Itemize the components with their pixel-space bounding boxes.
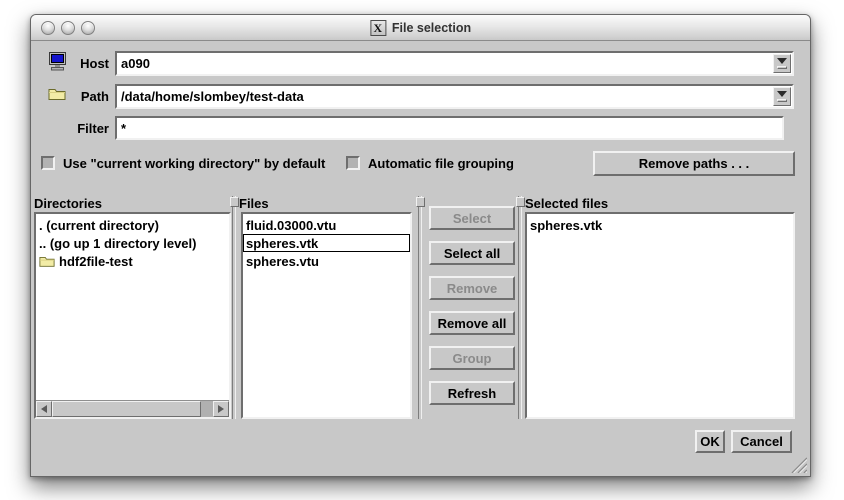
close-button[interactable] (41, 21, 55, 35)
scroll-left-button[interactable] (36, 401, 52, 417)
x11-app-icon: X (370, 20, 386, 36)
ok-button[interactable]: OK (695, 430, 725, 453)
title-area: X File selection (370, 15, 471, 41)
host-label: Host (31, 56, 109, 71)
chevron-down-icon (777, 58, 787, 64)
selected-files-pane-label: Selected files (525, 196, 608, 211)
use-cwd-label: Use "current working directory" by defau… (63, 156, 325, 171)
list-item-label: .. (go up 1 directory level) (39, 236, 196, 251)
horizontal-scrollbar[interactable] (36, 400, 229, 417)
files-list[interactable]: fluid.03000.vtu spheres.vtk spheres.vtu (241, 212, 412, 419)
splitter-files-actions[interactable] (418, 196, 422, 419)
zoom-button[interactable] (81, 21, 95, 35)
group-button[interactable]: Group (429, 346, 515, 370)
host-dropdown-button[interactable] (773, 54, 791, 73)
arrow-right-icon (218, 405, 224, 413)
host-input[interactable] (117, 53, 772, 74)
list-item-label: fluid.03000.vtu (246, 218, 336, 233)
list-item[interactable]: spheres.vtu (243, 252, 410, 270)
list-item[interactable]: .. (go up 1 directory level) (36, 234, 229, 252)
refresh-button[interactable]: Refresh (429, 381, 515, 405)
auto-grouping-label: Automatic file grouping (368, 156, 514, 171)
list-item-label: . (current directory) (39, 218, 159, 233)
use-cwd-checkbox[interactable] (41, 156, 55, 170)
host-combobox (115, 51, 794, 76)
resize-grip[interactable] (788, 454, 807, 473)
arrow-left-icon (41, 405, 47, 413)
window-controls (41, 21, 95, 35)
splitter-directories-files[interactable] (232, 196, 236, 419)
remove-paths-button[interactable]: Remove paths . . . (593, 151, 795, 176)
list-item-label: spheres.vtk (246, 236, 318, 251)
list-item[interactable]: fluid.03000.vtu (243, 216, 410, 234)
titlebar[interactable]: X File selection (31, 15, 810, 41)
list-item-label: hdf2file-test (59, 254, 133, 269)
dropdown-bar-icon (777, 66, 787, 69)
auto-grouping-checkbox[interactable] (346, 156, 360, 170)
select-all-button[interactable]: Select all (429, 241, 515, 265)
remove-all-button[interactable]: Remove all (429, 311, 515, 335)
minimize-button[interactable] (61, 21, 75, 35)
selected-files-list[interactable]: spheres.vtk (525, 212, 795, 419)
list-item-label: spheres.vtu (246, 254, 319, 269)
filter-field (115, 116, 784, 140)
file-selection-window: X File selection Host Path Filter Us (30, 14, 811, 477)
path-dropdown-button[interactable] (773, 87, 791, 106)
directories-pane-label: Directories (34, 196, 102, 211)
select-button[interactable]: Select (429, 206, 515, 230)
list-item-selected[interactable]: spheres.vtk (243, 234, 410, 252)
files-pane-label: Files (239, 196, 269, 211)
folder-icon (39, 255, 55, 267)
chevron-down-icon (777, 91, 787, 97)
list-item[interactable]: . (current directory) (36, 216, 229, 234)
splitter-knob[interactable] (230, 197, 239, 207)
cancel-button[interactable]: Cancel (731, 430, 792, 453)
filter-input[interactable] (117, 118, 782, 138)
path-input[interactable] (117, 86, 772, 107)
splitter-knob[interactable] (416, 197, 425, 207)
list-item-label: spheres.vtk (530, 218, 602, 233)
list-item[interactable]: spheres.vtk (527, 216, 793, 234)
list-item[interactable]: hdf2file-test (36, 252, 229, 270)
splitter-knob[interactable] (516, 197, 525, 207)
dropdown-bar-icon (777, 99, 787, 102)
directories-list[interactable]: . (current directory) .. (go up 1 direct… (34, 212, 231, 419)
path-combobox (115, 84, 794, 109)
remove-button[interactable]: Remove (429, 276, 515, 300)
scrollbar-track[interactable] (201, 401, 213, 417)
scrollbar-thumb[interactable] (52, 401, 201, 417)
scroll-right-button[interactable] (213, 401, 229, 417)
window-title: File selection (392, 21, 471, 35)
path-label: Path (31, 89, 109, 104)
splitter-actions-selected[interactable] (518, 196, 522, 419)
filter-label: Filter (31, 121, 109, 136)
